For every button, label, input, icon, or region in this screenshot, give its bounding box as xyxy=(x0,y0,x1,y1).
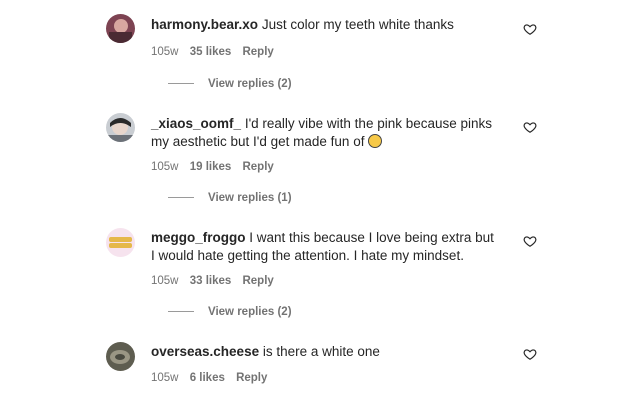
username-link[interactable]: _xiaos_oomf_ xyxy=(151,116,241,131)
username-link[interactable]: harmony.bear.xo xyxy=(151,17,258,32)
replies-divider xyxy=(168,311,194,313)
comment-body: _xiaos_oomf_ I'd really vibe with the pi… xyxy=(151,115,496,151)
comment-meta: 105w 33 likes Reply xyxy=(151,275,282,287)
heart-outline-icon[interactable] xyxy=(523,234,537,248)
view-replies-button[interactable]: View replies (2) xyxy=(151,78,292,90)
heart-outline-icon[interactable] xyxy=(523,22,537,36)
comment-meta: 105w 35 likes Reply xyxy=(151,46,282,58)
username-link[interactable]: overseas.cheese xyxy=(151,344,259,359)
likes-count[interactable]: 19 likes xyxy=(190,161,232,173)
reply-button[interactable]: Reply xyxy=(242,161,273,173)
view-replies-label: View replies (2) xyxy=(208,78,292,90)
heart-outline-icon[interactable] xyxy=(523,347,537,361)
comment-body: harmony.bear.xo Just color my teeth whit… xyxy=(151,16,496,34)
comment-text: is there a white one xyxy=(262,344,380,359)
replies-divider xyxy=(168,83,194,85)
avatar[interactable] xyxy=(106,342,135,371)
comment-age: 105w xyxy=(151,372,179,384)
view-replies-button[interactable]: View replies (1) xyxy=(151,192,292,204)
reply-button[interactable]: Reply xyxy=(242,275,273,287)
view-replies-label: View replies (2) xyxy=(208,306,292,318)
likes-count[interactable]: 6 likes xyxy=(190,372,225,384)
avatar[interactable] xyxy=(106,14,135,43)
likes-count[interactable]: 33 likes xyxy=(190,275,232,287)
comment-text: Just color my teeth white thanks xyxy=(261,17,454,32)
view-replies-button[interactable]: View replies (2) xyxy=(151,306,292,318)
replies-divider xyxy=(168,197,194,199)
avatar[interactable] xyxy=(106,228,135,257)
grinning-sweat-emoji xyxy=(368,134,383,148)
view-replies-label: View replies (1) xyxy=(208,192,292,204)
comment-age: 105w xyxy=(151,46,179,58)
comment-body: meggo_froggo I want this because I love … xyxy=(151,229,496,265)
username-link[interactable]: meggo_froggo xyxy=(151,230,246,245)
comment-meta: 105w 19 likes Reply xyxy=(151,161,282,173)
comment-meta: 105w 6 likes Reply xyxy=(151,372,275,384)
reply-button[interactable]: Reply xyxy=(242,46,273,58)
likes-count[interactable]: 35 likes xyxy=(190,46,232,58)
comment-age: 105w xyxy=(151,161,179,173)
reply-button[interactable]: Reply xyxy=(236,372,267,384)
heart-outline-icon[interactable] xyxy=(523,120,537,134)
comment-body: overseas.cheese is there a white one xyxy=(151,343,496,361)
avatar[interactable] xyxy=(106,113,135,142)
comment-age: 105w xyxy=(151,275,179,287)
